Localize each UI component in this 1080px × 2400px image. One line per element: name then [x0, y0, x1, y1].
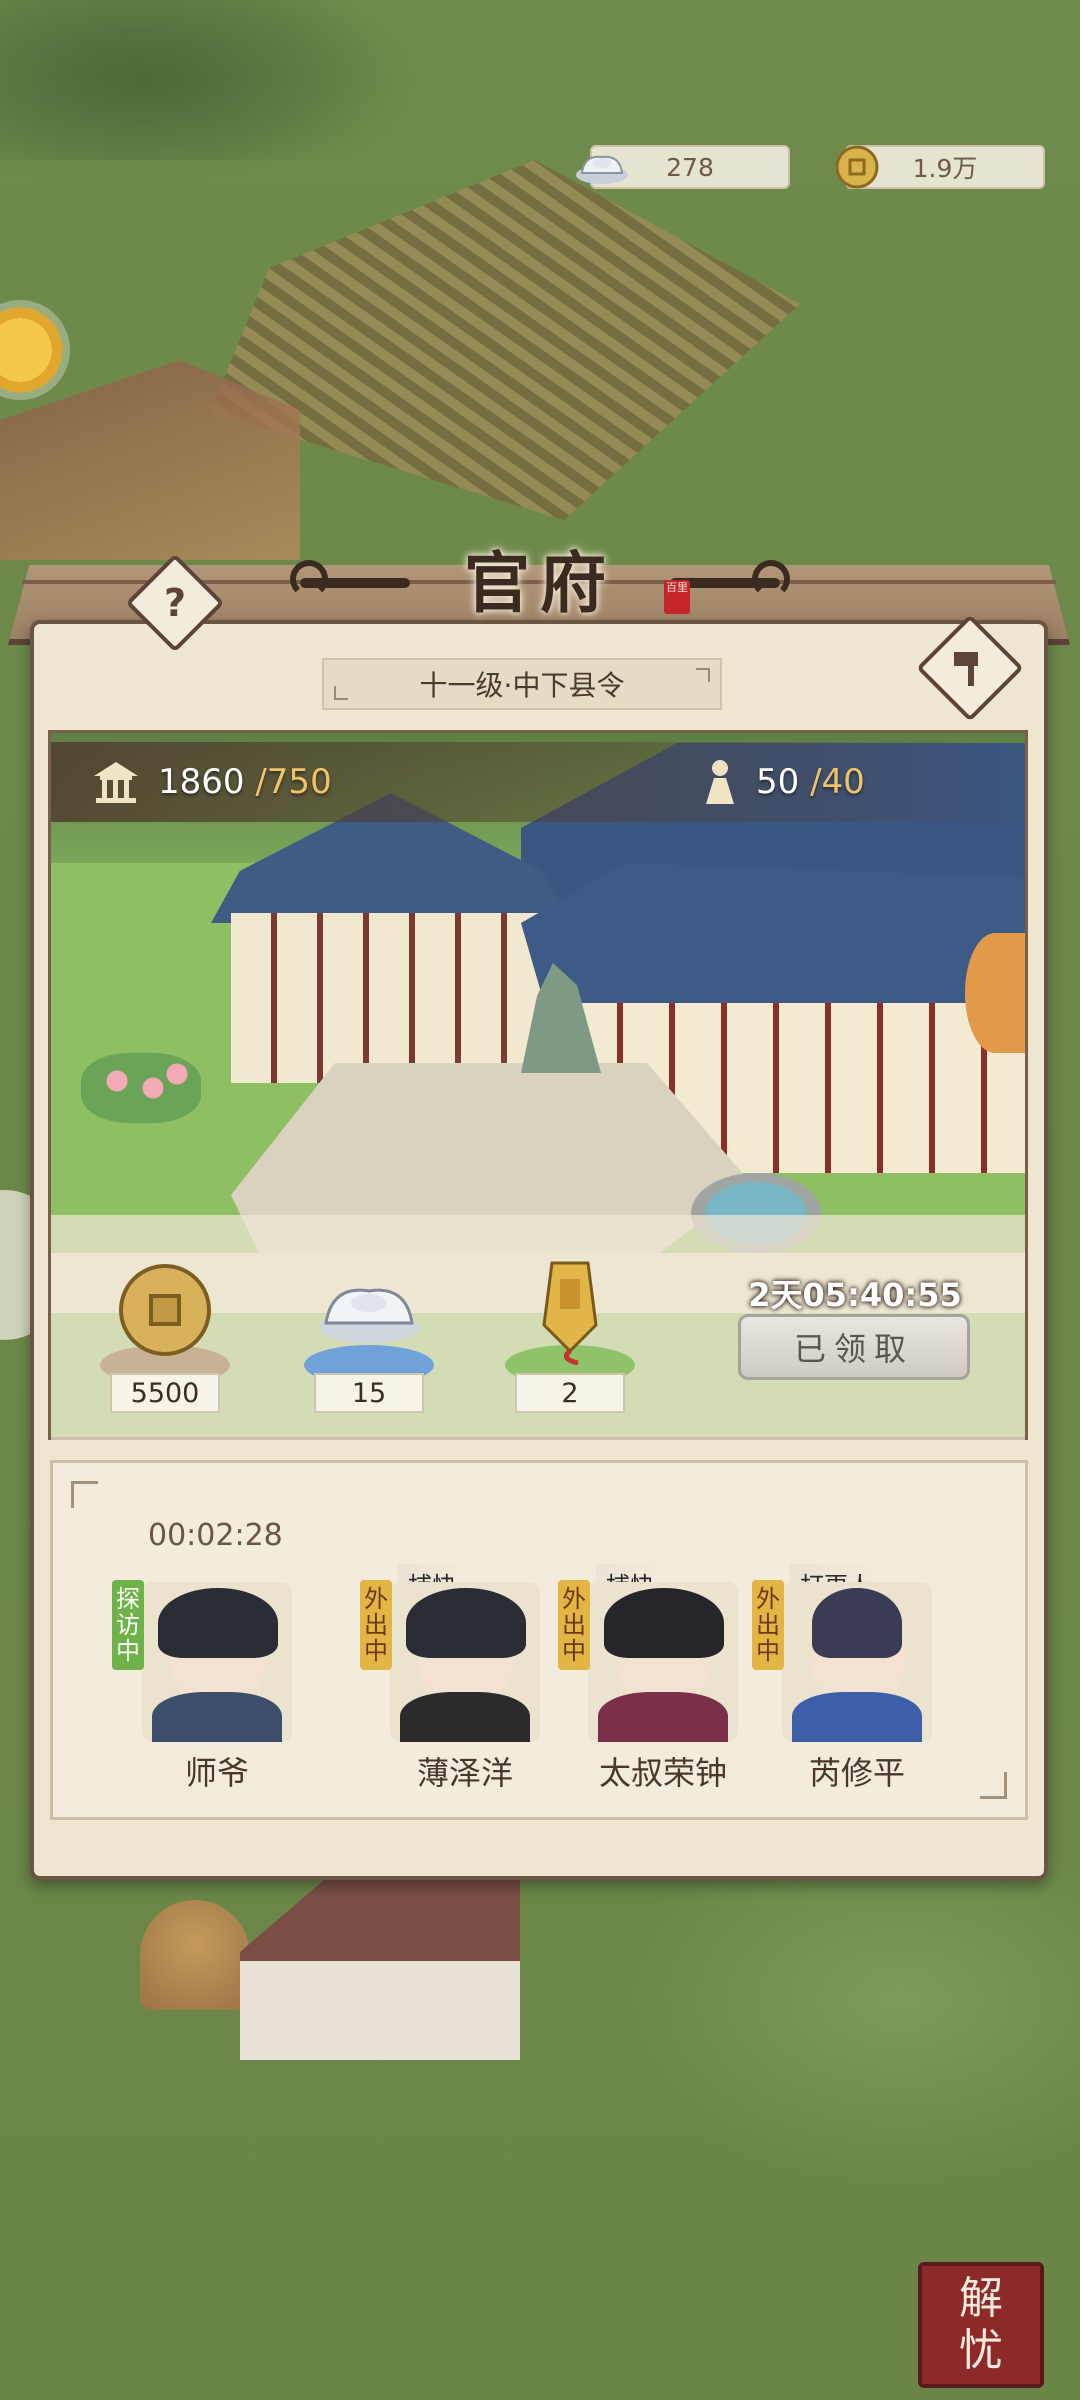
staff-name: 薄泽洋	[416, 1754, 513, 1792]
population-max: /40	[810, 762, 865, 802]
avatar	[142, 1582, 292, 1742]
reward-token[interactable]: 2	[505, 1255, 635, 1415]
jieyou-button[interactable]: 解 忧	[918, 2262, 1044, 2388]
avatar-hat	[158, 1588, 278, 1658]
reward-silver[interactable]: 15	[304, 1255, 434, 1415]
tower-wall	[231, 913, 551, 1083]
reward-countdown: 2天05:40:55	[748, 1276, 962, 1314]
avatar-hat	[406, 1588, 526, 1658]
silver-currency[interactable]: 278	[576, 145, 790, 189]
visit-countdown: 00:02:28	[148, 1518, 283, 1553]
staff-card-taishu-rongzhong[interactable]: 捕快 外出中 太叔荣钟	[558, 1564, 738, 1792]
copper-coin-icon	[110, 1255, 220, 1365]
side-event-icon[interactable]	[0, 300, 70, 400]
flower-bush	[81, 1053, 201, 1123]
reward-copper-coins[interactable]: 5500	[100, 1255, 230, 1415]
avatar-hat	[604, 1588, 724, 1658]
status-badge: 外出中	[752, 1580, 784, 1670]
jieyou-label-1: 解	[959, 2273, 1003, 2324]
avatar	[782, 1582, 932, 1742]
prosperity-stat[interactable]: 1860 /750	[90, 750, 332, 814]
token-icon	[515, 1255, 625, 1365]
panel-title-plaque: 官府	[290, 528, 790, 628]
red-seal-stamp: 百里	[664, 580, 690, 614]
staff-name: 师爷	[184, 1754, 249, 1792]
bottom-house-building[interactable]	[240, 1880, 520, 2060]
panel-title: 官府	[464, 544, 616, 622]
avatar	[390, 1582, 540, 1742]
avatar-robe	[792, 1692, 922, 1742]
jieyou-label-2: 忧	[959, 2325, 1003, 2376]
claimed-button[interactable]: 已领取	[738, 1314, 970, 1380]
status-badge: 探访中	[112, 1580, 144, 1670]
autumn-tree	[965, 933, 1025, 1053]
official-rank: 十一级·中下县令	[322, 658, 722, 710]
population-current: 50	[756, 762, 800, 802]
avatar	[588, 1582, 738, 1742]
straw-hut-building[interactable]	[140, 1900, 250, 2010]
title-swirl-left	[290, 560, 410, 598]
avatar-hair	[812, 1588, 902, 1658]
staff-name: 太叔荣钟	[598, 1754, 727, 1792]
pavilion-icon	[94, 762, 138, 803]
mountain-terrain	[0, 0, 420, 160]
status-badge: 外出中	[558, 1580, 590, 1670]
hall-roof-front	[521, 863, 1025, 1013]
staff-card-shiye[interactable]: 探访中 师爷	[112, 1570, 292, 1792]
staff-name: 芮修平	[808, 1754, 905, 1792]
coin-currency[interactable]: 1.9万	[835, 145, 1045, 189]
status-badge: 外出中	[360, 1580, 392, 1670]
person-icon	[706, 760, 734, 804]
silver-ingot-icon	[572, 141, 632, 193]
avatar-robe	[598, 1692, 728, 1742]
reward-count: 15	[314, 1373, 424, 1413]
staff-card-bo-zeyang[interactable]: 捕快 外出中 薄泽洋	[360, 1564, 540, 1792]
staff-card-rui-xiuping[interactable]: 打更人 外出中 芮修平	[752, 1564, 932, 1792]
reward-count: 2	[515, 1373, 625, 1413]
copper-coin-icon	[827, 141, 887, 193]
silver-ingot-icon	[314, 1255, 424, 1365]
hammer-icon	[954, 652, 978, 686]
population-stat[interactable]: 50 /40	[700, 750, 865, 814]
reward-count: 5500	[110, 1373, 220, 1413]
prosperity-max: /750	[255, 762, 332, 802]
question-icon: ?	[163, 580, 187, 625]
avatar-robe	[152, 1692, 282, 1742]
avatar-robe	[400, 1692, 530, 1742]
prosperity-current: 1860	[158, 762, 245, 802]
